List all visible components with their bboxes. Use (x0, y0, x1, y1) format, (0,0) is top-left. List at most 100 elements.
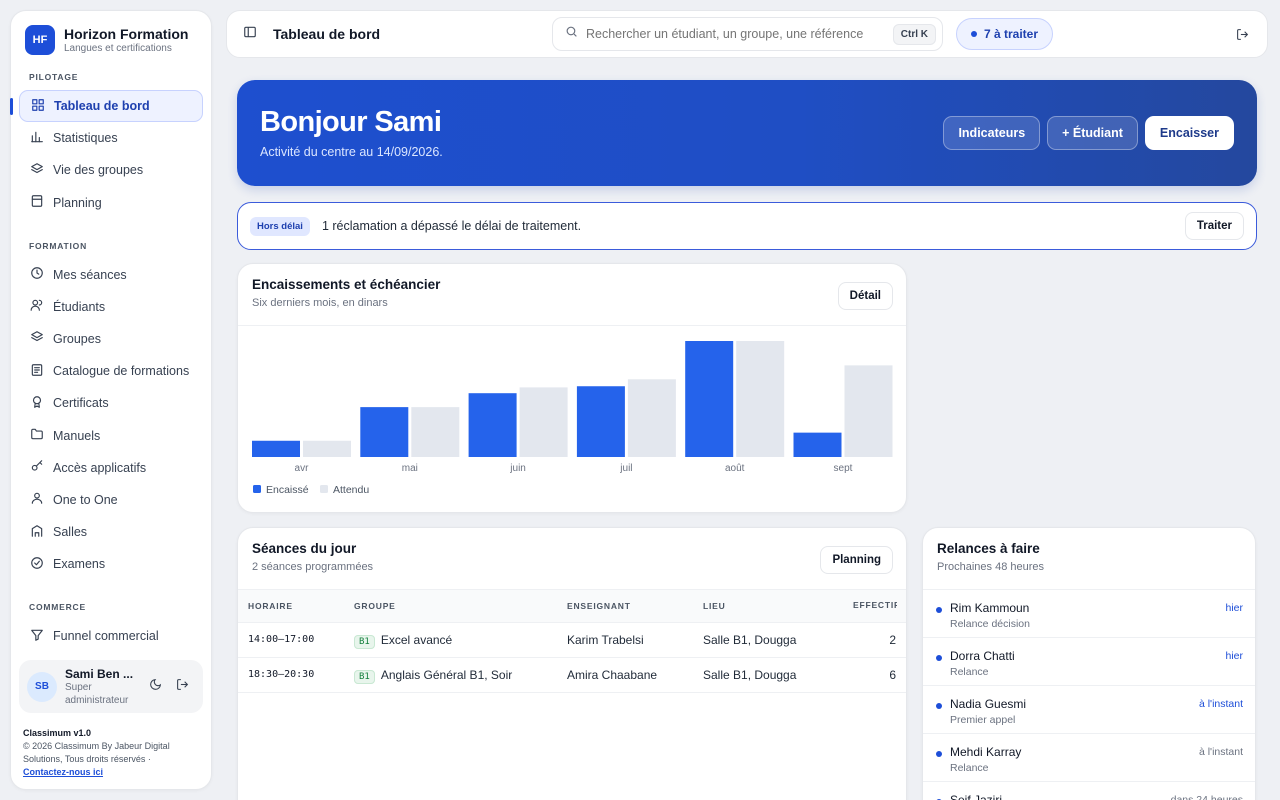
x-tick-label: août (725, 463, 745, 474)
list-item[interactable]: Nadia Guesmi Premier appel à l'instant (923, 686, 1255, 734)
search-box[interactable]: Ctrl K (552, 17, 943, 51)
followup-when: à l'instant (1198, 746, 1243, 758)
followup-dot (936, 607, 942, 613)
indicators-button[interactable]: Indicateurs (943, 116, 1041, 150)
sidebar-item[interactable]: Funnel commercial (19, 620, 203, 652)
followup-dot (936, 655, 942, 661)
level-badge: B1 (354, 669, 375, 684)
session-teacher: Amira Chaabane (557, 657, 693, 693)
sidebar-nav: PILOTAGE Tableau de bord Statistiques Vie d… (10, 55, 203, 652)
add-student-button[interactable]: + Étudiant (1047, 116, 1138, 150)
exam-icon (30, 556, 44, 573)
list-item[interactable]: Rim Kammoun Relance décision hier (923, 590, 1255, 638)
collect-button[interactable]: Encaisser (1144, 116, 1234, 150)
layers-icon (30, 162, 44, 179)
sidebar-item[interactable]: Salles (19, 516, 203, 548)
sidebar-item[interactable]: Examens (19, 548, 203, 580)
funnel-icon (30, 628, 44, 645)
followup-type: Relance décision (950, 618, 1030, 630)
sidebar-item-label: Groupes (53, 331, 101, 346)
followup-when: dans 24 heures (1170, 794, 1243, 800)
sidebar-item-label: Certificats (53, 396, 109, 411)
followups-card: Relances à faire Prochaines 48 heures Ri… (922, 527, 1256, 800)
bar-collected (252, 440, 300, 457)
bar-expected (519, 387, 568, 457)
sidebar-item[interactable]: Accès applicatifs (19, 452, 203, 484)
sidebar-item[interactable]: Certificats (19, 387, 203, 419)
list-item[interactable]: Mehdi Karray Relance à l'instant (923, 734, 1255, 782)
session-group-name: Excel avancé (380, 632, 453, 647)
sidebar-footer: Classimum v1.0 © 2026 Classimum By Jabeu… (19, 727, 203, 779)
contact-link[interactable]: Contactez-nous ici (23, 767, 103, 777)
sidebar-toggle-icon[interactable] (243, 25, 257, 44)
sidebar-item-label: Manuels (53, 428, 101, 443)
sidebar-item-label: Accès applicatifs (53, 460, 147, 475)
session-place: Salle B1, Dougga (693, 657, 843, 693)
sidebar-item-label: Vie des groupes (53, 163, 144, 178)
sidebar-item[interactable]: Vie des groupes (19, 154, 203, 186)
col-time: HORAIRE (238, 590, 344, 623)
todo-pill[interactable]: 7 à traiter (956, 18, 1053, 50)
sidebar-item-label: Catalogue de formations (53, 364, 190, 379)
brand[interactable]: HF Horizon Formation Langues et certific… (19, 25, 203, 55)
session-teacher: Karim Trabelsi (557, 622, 693, 658)
bar-chart-icon (30, 130, 44, 147)
overdue-badge: Hors délai (250, 216, 310, 236)
page-title: Tableau de bord (273, 26, 381, 42)
sidebar-item-label: One to One (53, 492, 118, 507)
nav-section-label: COMMERCE (29, 602, 86, 613)
sidebar-item[interactable]: Manuels (19, 420, 203, 452)
calendar-icon (30, 194, 44, 211)
followup-name: Dorra Chatti (950, 649, 1015, 663)
alert-message: 1 réclamation a dépassé le délai de trai… (321, 219, 582, 233)
followups-title: Relances à faire (937, 541, 1040, 556)
bar-expected (303, 440, 351, 457)
bar-expected (627, 379, 676, 457)
clock-icon (30, 266, 44, 283)
followup-type: Premier appel (950, 714, 1016, 726)
sidebar-item[interactable]: Planning (19, 187, 203, 219)
followups-list: Rim Kammoun Relance décision hier Dorra … (923, 590, 1255, 800)
search-shortcut: Ctrl K (892, 23, 936, 45)
followups-subtitle: Prochaines 48 heures (937, 561, 1045, 573)
followup-when: hier (1225, 602, 1243, 614)
legend-label: Attendu (333, 484, 369, 496)
sidebar-item-label: Tableau de bord (54, 99, 150, 113)
sidebar-item-label: Statistiques (53, 131, 118, 146)
search-input[interactable] (586, 27, 885, 41)
user-name: Sami Ben ... (65, 666, 134, 681)
sessions-title: Séances du jour (252, 541, 357, 556)
planning-button[interactable]: Planning (820, 546, 893, 574)
users-icon (30, 298, 44, 315)
detail-button[interactable]: Détail (837, 282, 893, 310)
list-item[interactable]: Dorra Chatti Relance hier (923, 638, 1255, 686)
todo-label: 7 à traiter (983, 27, 1039, 41)
sidebar-item[interactable]: Groupes (19, 323, 203, 355)
sessions-subtitle: 2 séances programmées (252, 561, 374, 573)
followup-name: Rim Kammoun (950, 601, 1030, 615)
followup-dot (936, 751, 942, 757)
theme-toggle-moon-icon[interactable] (149, 678, 162, 696)
legend-swatch (253, 485, 261, 493)
logout-icon[interactable] (1236, 28, 1249, 46)
sidebar-item[interactable]: Statistiques (19, 122, 203, 154)
sidebar-item-label: Examens (53, 557, 106, 572)
user-role: Super administrateur (65, 681, 129, 706)
table-row[interactable]: 18:30–20:30 B1 Anglais Général B1, Soir A… (238, 657, 906, 693)
followup-dot (936, 703, 942, 709)
sidebar-item[interactable]: Mes séances (19, 259, 203, 291)
bar-expected (844, 365, 893, 457)
session-group-name: Anglais Général B1, Soir (380, 667, 513, 682)
user-card[interactable]: SB Sami Ben ... Super administrateur (19, 660, 203, 713)
list-item[interactable]: Seif Jaziri dans 24 heures (923, 782, 1255, 800)
sidebar-item[interactable]: Étudiants (19, 291, 203, 323)
sidebar-item[interactable]: Catalogue de formations (19, 355, 203, 387)
award-icon (30, 395, 44, 412)
sidebar-item[interactable]: Tableau de bord (10, 90, 203, 122)
level-badge: B1 (354, 634, 375, 649)
nav-section-label: PILOTAGE (29, 72, 79, 82)
table-row[interactable]: 14:00–17:00 B1 Excel avancé Karim Trabels… (238, 622, 906, 658)
logout-icon[interactable] (176, 678, 189, 696)
process-button[interactable]: Traiter (1184, 212, 1244, 240)
sidebar-item[interactable]: One to One (19, 484, 203, 516)
